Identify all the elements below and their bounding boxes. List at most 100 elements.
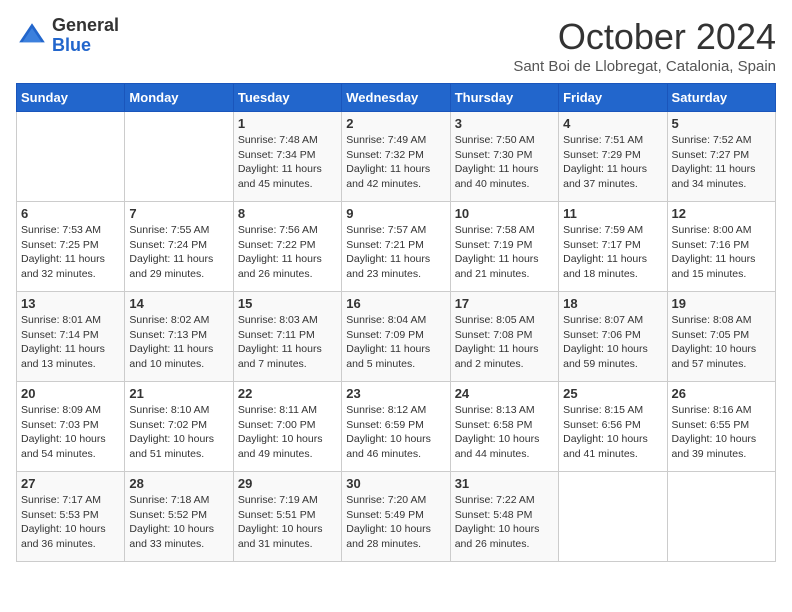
week-row-2: 6 Sunrise: 7:53 AM Sunset: 7:25 PM Daylig… (17, 202, 776, 292)
cell-info: Sunrise: 8:10 AM Sunset: 7:02 PM Dayligh… (129, 403, 228, 462)
cell-info: Sunrise: 7:50 AM Sunset: 7:30 PM Dayligh… (455, 133, 554, 192)
calendar-cell (559, 472, 667, 562)
calendar-cell: 24Sunrise: 8:13 AM Sunset: 6:58 PM Dayli… (450, 382, 558, 472)
week-row-5: 27 Sunrise: 7:17 AM Sunset: 5:53 PM Dayli… (17, 472, 776, 562)
day-header-saturday: Saturday (667, 84, 775, 112)
day-header-thursday: Thursday (450, 84, 558, 112)
calendar-cell (667, 472, 775, 562)
cell-info: Sunrise: 7:55 AM Sunset: 7:24 PM Dayligh… (129, 223, 228, 282)
day-number: 26 (672, 386, 771, 401)
calendar-cell: 29 Sunrise: 7:19 AM Sunset: 5:51 PM Dayli… (233, 472, 341, 562)
cell-info: Sunrise: 8:01 AM Sunset: 7:14 PM Dayligh… (21, 313, 120, 372)
calendar-cell: 4 Sunrise: 7:51 AM Sunset: 7:29 PM Daylig… (559, 112, 667, 202)
calendar-cell: 18 Sunrise: 8:07 AM Sunset: 7:06 PM Dayli… (559, 292, 667, 382)
day-number: 29 (238, 476, 337, 491)
day-number: 18 (563, 296, 662, 311)
calendar-cell: 13Sunrise: 8:01 AM Sunset: 7:14 PM Dayli… (17, 292, 125, 382)
cell-info: Sunrise: 7:49 AM Sunset: 7:32 PM Dayligh… (346, 133, 445, 192)
day-number: 10 (455, 206, 554, 221)
day-number: 28 (129, 476, 228, 491)
day-number: 24 (455, 386, 554, 401)
calendar-cell: 30 Sunrise: 7:20 AM Sunset: 5:49 PM Dayli… (342, 472, 450, 562)
calendar-cell: 5 Sunrise: 7:52 AM Sunset: 7:27 PM Daylig… (667, 112, 775, 202)
calendar-cell (17, 112, 125, 202)
day-number: 2 (346, 116, 445, 131)
day-number: 21 (129, 386, 228, 401)
day-number: 30 (346, 476, 445, 491)
calendar-cell (125, 112, 233, 202)
calendar-cell: 16 Sunrise: 8:04 AM Sunset: 7:09 PM Dayli… (342, 292, 450, 382)
day-number: 27 (21, 476, 120, 491)
logo: General Blue (16, 16, 119, 56)
calendar-header: SundayMondayTuesdayWednesdayThursdayFrid… (17, 84, 776, 112)
day-number: 1 (238, 116, 337, 131)
day-number: 17 (455, 296, 554, 311)
day-number: 20 (21, 386, 120, 401)
calendar-body: 1 Sunrise: 7:48 AM Sunset: 7:34 PM Daylig… (17, 112, 776, 562)
calendar-cell: 22 Sunrise: 8:11 AM Sunset: 7:00 PM Dayli… (233, 382, 341, 472)
cell-info: Sunrise: 8:03 AM Sunset: 7:11 PM Dayligh… (238, 313, 337, 372)
day-number: 5 (672, 116, 771, 131)
day-number: 22 (238, 386, 337, 401)
calendar-cell: 14Sunrise: 8:02 AM Sunset: 7:13 PM Dayli… (125, 292, 233, 382)
week-row-4: 20 Sunrise: 8:09 AM Sunset: 7:03 PM Dayli… (17, 382, 776, 472)
calendar-cell: 1 Sunrise: 7:48 AM Sunset: 7:34 PM Daylig… (233, 112, 341, 202)
cell-info: Sunrise: 8:05 AM Sunset: 7:08 PM Dayligh… (455, 313, 554, 372)
day-number: 8 (238, 206, 337, 221)
cell-info: Sunrise: 7:17 AM Sunset: 5:53 PM Dayligh… (21, 493, 120, 552)
day-header-tuesday: Tuesday (233, 84, 341, 112)
calendar-cell: 2 Sunrise: 7:49 AM Sunset: 7:32 PM Daylig… (342, 112, 450, 202)
week-row-1: 1 Sunrise: 7:48 AM Sunset: 7:34 PM Daylig… (17, 112, 776, 202)
cell-info: Sunrise: 7:19 AM Sunset: 5:51 PM Dayligh… (238, 493, 337, 552)
day-number: 15 (238, 296, 337, 311)
cell-info: Sunrise: 8:16 AM Sunset: 6:55 PM Dayligh… (672, 403, 771, 462)
cell-info: Sunrise: 7:51 AM Sunset: 7:29 PM Dayligh… (563, 133, 662, 192)
cell-info: Sunrise: 8:11 AM Sunset: 7:00 PM Dayligh… (238, 403, 337, 462)
calendar-cell: 12Sunrise: 8:00 AM Sunset: 7:16 PM Dayli… (667, 202, 775, 292)
day-number: 25 (563, 386, 662, 401)
calendar-table: SundayMondayTuesdayWednesdayThursdayFrid… (16, 83, 776, 562)
day-number: 31 (455, 476, 554, 491)
cell-info: Sunrise: 8:12 AM Sunset: 6:59 PM Dayligh… (346, 403, 445, 462)
day-number: 7 (129, 206, 228, 221)
day-number: 14 (129, 296, 228, 311)
month-title: October 2024 (513, 16, 776, 58)
logo-icon (16, 20, 48, 52)
logo-general-text: General (52, 15, 119, 35)
calendar-cell: 20 Sunrise: 8:09 AM Sunset: 7:03 PM Dayli… (17, 382, 125, 472)
cell-info: Sunrise: 8:07 AM Sunset: 7:06 PM Dayligh… (563, 313, 662, 372)
cell-info: Sunrise: 7:20 AM Sunset: 5:49 PM Dayligh… (346, 493, 445, 552)
calendar-cell: 10 Sunrise: 7:58 AM Sunset: 7:19 PM Dayli… (450, 202, 558, 292)
cell-info: Sunrise: 7:52 AM Sunset: 7:27 PM Dayligh… (672, 133, 771, 192)
cell-info: Sunrise: 7:57 AM Sunset: 7:21 PM Dayligh… (346, 223, 445, 282)
day-number: 6 (21, 206, 120, 221)
calendar-cell: 23 Sunrise: 8:12 AM Sunset: 6:59 PM Dayli… (342, 382, 450, 472)
cell-info: Sunrise: 7:58 AM Sunset: 7:19 PM Dayligh… (455, 223, 554, 282)
calendar-cell: 9Sunrise: 7:57 AM Sunset: 7:21 PM Daylig… (342, 202, 450, 292)
cell-info: Sunrise: 7:53 AM Sunset: 7:25 PM Dayligh… (21, 223, 120, 282)
logo-blue-text: Blue (52, 35, 91, 55)
calendar-cell: 28 Sunrise: 7:18 AM Sunset: 5:52 PM Dayli… (125, 472, 233, 562)
cell-info: Sunrise: 7:48 AM Sunset: 7:34 PM Dayligh… (238, 133, 337, 192)
calendar-cell: 25Sunrise: 8:15 AM Sunset: 6:56 PM Dayli… (559, 382, 667, 472)
calendar-cell: 26 Sunrise: 8:16 AM Sunset: 6:55 PM Dayli… (667, 382, 775, 472)
day-header-sunday: Sunday (17, 84, 125, 112)
calendar-cell: 6 Sunrise: 7:53 AM Sunset: 7:25 PM Daylig… (17, 202, 125, 292)
day-number: 11 (563, 206, 662, 221)
calendar-cell: 17 Sunrise: 8:05 AM Sunset: 7:08 PM Dayli… (450, 292, 558, 382)
calendar-cell: 15 Sunrise: 8:03 AM Sunset: 7:11 PM Dayli… (233, 292, 341, 382)
calendar-cell: 27 Sunrise: 7:17 AM Sunset: 5:53 PM Dayli… (17, 472, 125, 562)
cell-info: Sunrise: 8:09 AM Sunset: 7:03 PM Dayligh… (21, 403, 120, 462)
cell-info: Sunrise: 7:59 AM Sunset: 7:17 PM Dayligh… (563, 223, 662, 282)
day-header-monday: Monday (125, 84, 233, 112)
week-row-3: 13Sunrise: 8:01 AM Sunset: 7:14 PM Dayli… (17, 292, 776, 382)
calendar-cell: 11 Sunrise: 7:59 AM Sunset: 7:17 PM Dayli… (559, 202, 667, 292)
day-number: 19 (672, 296, 771, 311)
day-number: 3 (455, 116, 554, 131)
day-number: 16 (346, 296, 445, 311)
day-number: 4 (563, 116, 662, 131)
calendar-cell: 7 Sunrise: 7:55 AM Sunset: 7:24 PM Daylig… (125, 202, 233, 292)
cell-info: Sunrise: 8:04 AM Sunset: 7:09 PM Dayligh… (346, 313, 445, 372)
cell-info: Sunrise: 7:18 AM Sunset: 5:52 PM Dayligh… (129, 493, 228, 552)
day-number: 23 (346, 386, 445, 401)
